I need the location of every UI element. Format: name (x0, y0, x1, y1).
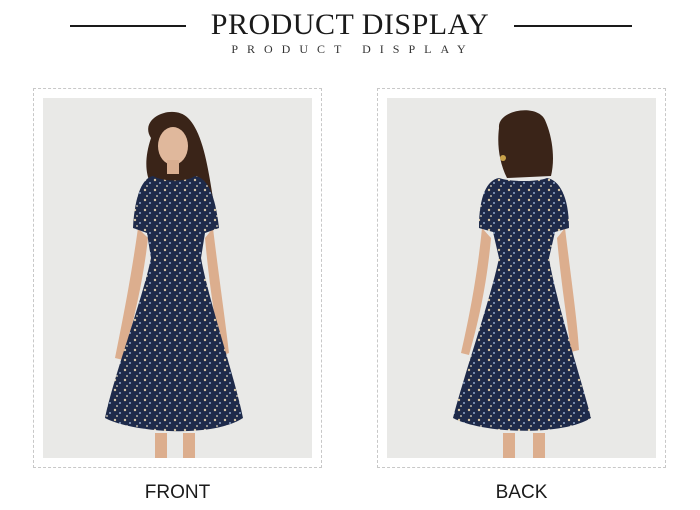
back-view-label: BACK (495, 482, 548, 503)
header-divider-right (514, 25, 632, 27)
back-view-photo[interactable] (387, 98, 656, 458)
page-subtitle: PRODUCT DISPLAY (231, 42, 475, 56)
front-view-photo[interactable] (43, 98, 312, 458)
front-view-frame (33, 88, 322, 468)
front-view-label: FRONT (144, 482, 211, 503)
back-view-frame (377, 88, 666, 468)
